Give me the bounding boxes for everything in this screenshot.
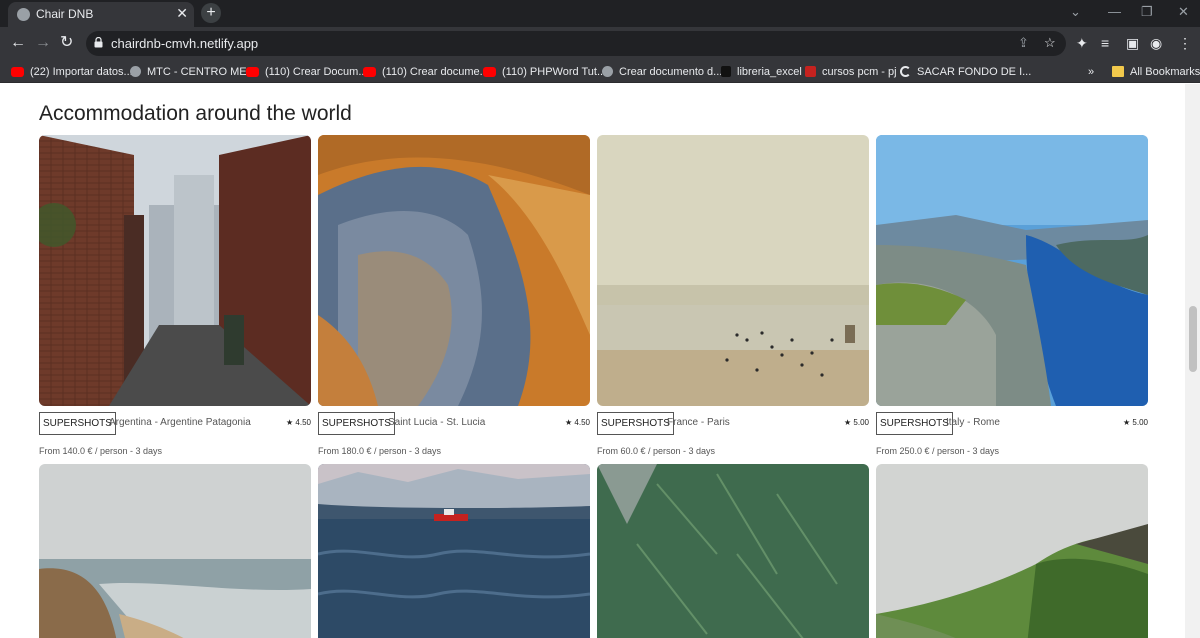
bookmark-label: libreria_excel [737,65,802,78]
bookmarks-bar: (22) Importar datos... MTC - CENTRO ME..… [0,60,1200,83]
listing-price: From 180.0 € / person - 3 days [318,446,442,456]
bookmark-label: (110) PHPWord Tut... [502,65,607,78]
all-bookmarks-label: All Bookmarks [1130,65,1200,78]
listing-location: Italy - Rome [946,417,1000,428]
side-panel-icon[interactable]: ▣ [1126,35,1139,52]
page-scrollbar[interactable] [1185,84,1200,638]
bookmark-item[interactable]: MTC - CENTRO ME... [130,64,256,79]
listing-location: Saint Lucia - St. Lucia [388,417,486,428]
listing-image[interactable] [876,464,1148,638]
menu-icon[interactable]: ⋮ [1178,35,1192,52]
listing-card[interactable]: SUPERSHOTS Italy - Rome ★ 5.00 From 250.… [876,135,1148,456]
more-bookmarks-label: » [1088,65,1095,78]
listing-rating: ★ 5.00 [1123,418,1148,427]
youtube-icon [11,66,24,77]
url-text[interactable]: chairdnb-cmvh.netlify.app [111,36,258,51]
listing-card[interactable]: SUPERSHOTS Saint Lucia - St. Lucia ★ 4.5… [318,135,590,456]
bookmark-label: SACAR FONDO DE I... [917,65,1032,78]
globe-icon [130,66,141,77]
all-bookmarks-button[interactable]: All Bookmarks [1112,64,1200,79]
section-title: Accommodation around the world [39,102,352,125]
tab-search-icon[interactable]: ⌄ [1070,4,1081,20]
bookmark-item[interactable]: (110) Crear docume... [363,64,489,79]
bookmark-label: cursos pcm - pj [822,65,897,78]
bookmark-item[interactable]: Crear documento d... [602,64,722,79]
profile-avatar[interactable]: ◉ [1150,35,1162,52]
extensions-icon[interactable]: ✦ [1076,35,1088,52]
listing-card[interactable] [39,464,311,638]
listing-card[interactable] [876,464,1148,638]
supershots-badge: SUPERSHOTS [597,412,674,435]
bookmark-item[interactable]: (22) Importar datos... [11,64,133,79]
new-tab-button[interactable]: + [201,3,221,23]
listing-image[interactable] [597,135,869,406]
page-content: Accommodation around the world SUPERSHOT… [0,84,1185,638]
bookmark-label: Crear documento d... [619,65,723,78]
bookmark-item[interactable]: cursos pcm - pj [805,64,897,79]
listing-meta: SUPERSHOTS Italy - Rome ★ 5.00 [876,412,1148,438]
youtube-icon [246,66,259,77]
listing-location: Argentina - Argentine Patagonia [109,417,251,428]
minimize-icon[interactable]: — [1108,4,1121,19]
reload-icon[interactable]: ↻ [60,34,73,52]
listing-location: France - Paris [667,417,730,428]
bookmark-label: (110) Crear Docum... [265,65,368,78]
listing-image[interactable] [39,135,311,406]
lock-icon [94,37,103,48]
listing-image[interactable] [39,464,311,638]
c-icon [900,66,911,77]
window-close-icon[interactable]: ✕ [1178,4,1189,20]
listing-meta: SUPERSHOTS Argentina - Argentine Patagon… [39,412,311,438]
listing-meta: SUPERSHOTS Saint Lucia - St. Lucia ★ 4.5… [318,412,590,438]
listing-card[interactable]: SUPERSHOTS France - Paris ★ 5.00 From 60… [597,135,869,456]
listing-meta: SUPERSHOTS France - Paris ★ 5.00 [597,412,869,438]
bookmark-item[interactable]: libreria_excel [721,64,802,79]
close-tab-button[interactable]: ✕ [176,5,188,22]
youtube-icon [483,66,496,77]
back-arrow-icon[interactable]: ← [10,34,26,52]
listing-image[interactable] [318,135,590,406]
supershots-badge: SUPERSHOTS [39,412,116,435]
listing-card[interactable] [597,464,869,638]
listing-price: From 250.0 € / person - 3 days [876,446,1000,456]
bookmark-label: MTC - CENTRO ME... [147,65,256,78]
listing-rating: ★ 5.00 [844,418,869,427]
tab-title: Chair DNB [36,7,94,21]
globe-icon [17,8,30,21]
bookmark-item[interactable]: (110) Crear Docum... [246,64,368,79]
listing-price: From 140.0 € / person - 3 days [39,446,163,456]
youtube-icon [363,66,376,77]
bookmark-label: (22) Importar datos... [30,65,133,78]
browser-tab[interactable]: Chair DNB ✕ [8,2,194,27]
listing-card[interactable] [318,464,590,638]
share-icon[interactable]: ⇪ [1018,35,1029,51]
bookmark-star-icon[interactable]: ☆ [1044,35,1056,51]
more-bookmarks-button[interactable]: » [1088,64,1094,79]
bookmark-item[interactable]: SACAR FONDO DE I... [900,64,1031,79]
restore-icon[interactable]: ❐ [1141,4,1153,20]
supershots-badge: SUPERSHOTS [318,412,395,435]
media-icon[interactable]: ≡ [1101,35,1109,51]
scrollbar-thumb[interactable] [1189,306,1197,372]
bookmark-label: (110) Crear docume... [382,65,489,78]
address-bar[interactable]: chairdnb-cmvh.netlify.app ⇪ ☆ [86,31,1066,56]
folder-icon [1112,66,1124,77]
listing-card[interactable]: SUPERSHOTS Argentina - Argentine Patagon… [39,135,311,456]
red-icon [805,66,816,77]
listing-price: From 60.0 € / person - 3 days [597,446,716,456]
wordpress-icon [602,66,613,77]
listing-image[interactable] [597,464,869,638]
supershots-badge: SUPERSHOTS [876,412,953,435]
forward-arrow-icon[interactable]: → [35,34,51,52]
bookmark-item[interactable]: (110) PHPWord Tut... [483,64,606,79]
dark-icon [721,66,731,77]
listing-rating: ★ 4.50 [565,418,590,427]
listing-rating: ★ 4.50 [286,418,311,427]
listing-image[interactable] [318,464,590,638]
browser-toolbar: ← → ↻ chairdnb-cmvh.netlify.app ⇪ ☆ ✦ ≡ … [0,27,1200,60]
listing-image[interactable] [876,135,1148,406]
tab-strip: Chair DNB ✕ + ⌄ — ❐ ✕ [0,0,1200,27]
